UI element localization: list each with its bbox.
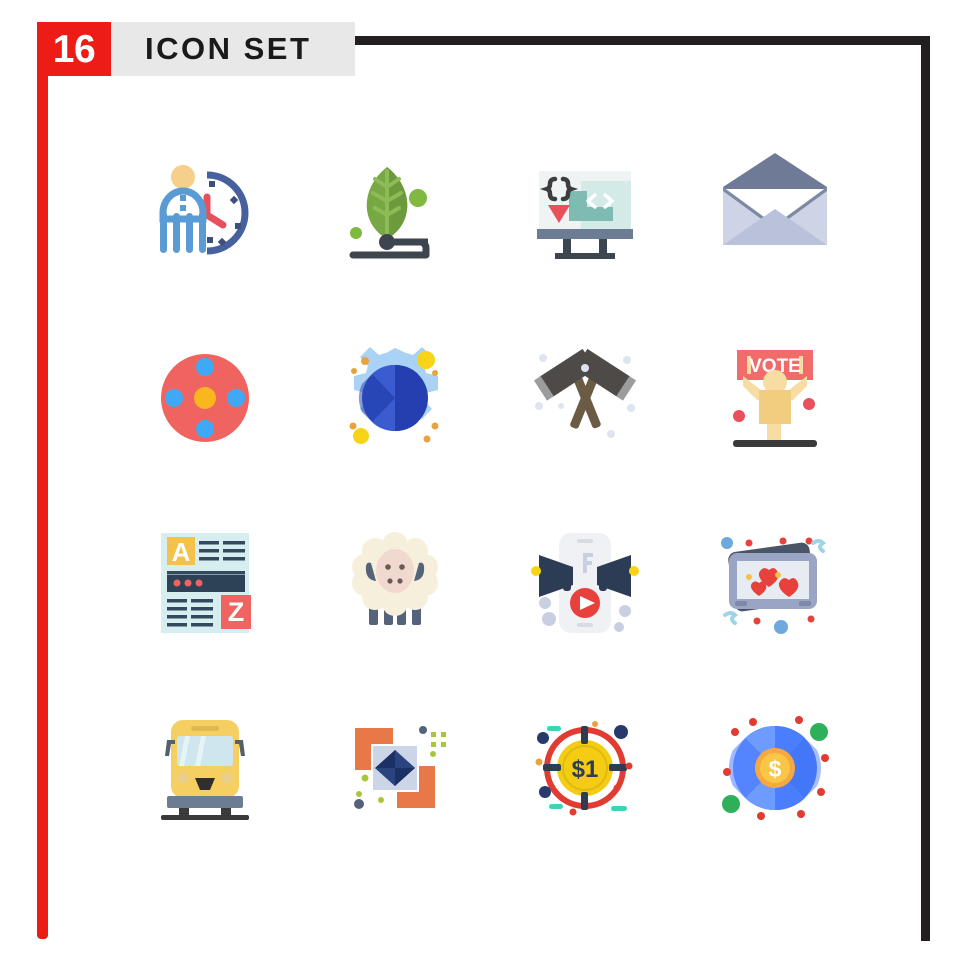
crossed-hammers-icon (533, 348, 637, 438)
dollar-target-icon: $1 (535, 720, 633, 815)
open-envelope-icon (723, 152, 827, 245)
icon-sheep[interactable] (300, 490, 490, 675)
phone-megaphone-icon (531, 532, 639, 633)
icon-count-badge: 16 (37, 22, 111, 76)
icon-crossed-hammers[interactable] (490, 305, 680, 490)
frame-right-border (921, 36, 930, 941)
globe-gear-icon (349, 346, 439, 444)
icon-globe-gear[interactable] (300, 305, 490, 490)
icon-set-canvas: 16 ICON SET VOTE A Z $1 $ (0, 0, 979, 980)
page-title: ICON SET (145, 31, 312, 66)
frame-left-accent-bar (37, 22, 48, 939)
frame-top-border (355, 36, 930, 45)
eco-leaf-circuit-icon (349, 166, 430, 258)
photos-hearts-icon (721, 536, 827, 634)
svg-text:Z: Z (228, 597, 245, 627)
icon-eco-leaf-circuit[interactable] (300, 120, 490, 305)
sheep-icon (352, 531, 438, 625)
vote-banner-icon: VOTE (733, 349, 817, 447)
diamond-frame-icon (354, 725, 446, 809)
monitor-code-icon (537, 170, 633, 259)
icon-atom-molecule[interactable] (110, 305, 300, 490)
icon-grid: VOTE A Z $1 $ (110, 120, 900, 860)
icon-diamond-frame[interactable] (300, 675, 490, 860)
globe-dollar-icon: $ (722, 715, 829, 820)
icon-person-clock[interactable] (110, 120, 300, 305)
dictionary-a-z-icon: A Z (161, 532, 251, 633)
icon-monitor-code[interactable] (490, 120, 680, 305)
icon-photos-hearts[interactable] (680, 490, 870, 675)
icon-open-envelope[interactable] (680, 120, 870, 305)
icon-school-bus[interactable] (110, 675, 300, 860)
icon-vote-banner[interactable]: VOTE (680, 305, 870, 490)
svg-text:A: A (172, 537, 191, 567)
school-bus-icon (161, 719, 249, 820)
icon-globe-dollar[interactable]: $ (680, 675, 870, 860)
person-clock-icon (159, 164, 249, 254)
svg-text:$1: $1 (572, 756, 599, 783)
svg-text:$: $ (769, 756, 782, 782)
icon-dollar-target[interactable]: $1 (490, 675, 680, 860)
atom-molecule-icon (161, 353, 249, 442)
icon-dictionary-a-z[interactable]: A Z (110, 490, 300, 675)
icon-phone-megaphone[interactable] (490, 490, 680, 675)
